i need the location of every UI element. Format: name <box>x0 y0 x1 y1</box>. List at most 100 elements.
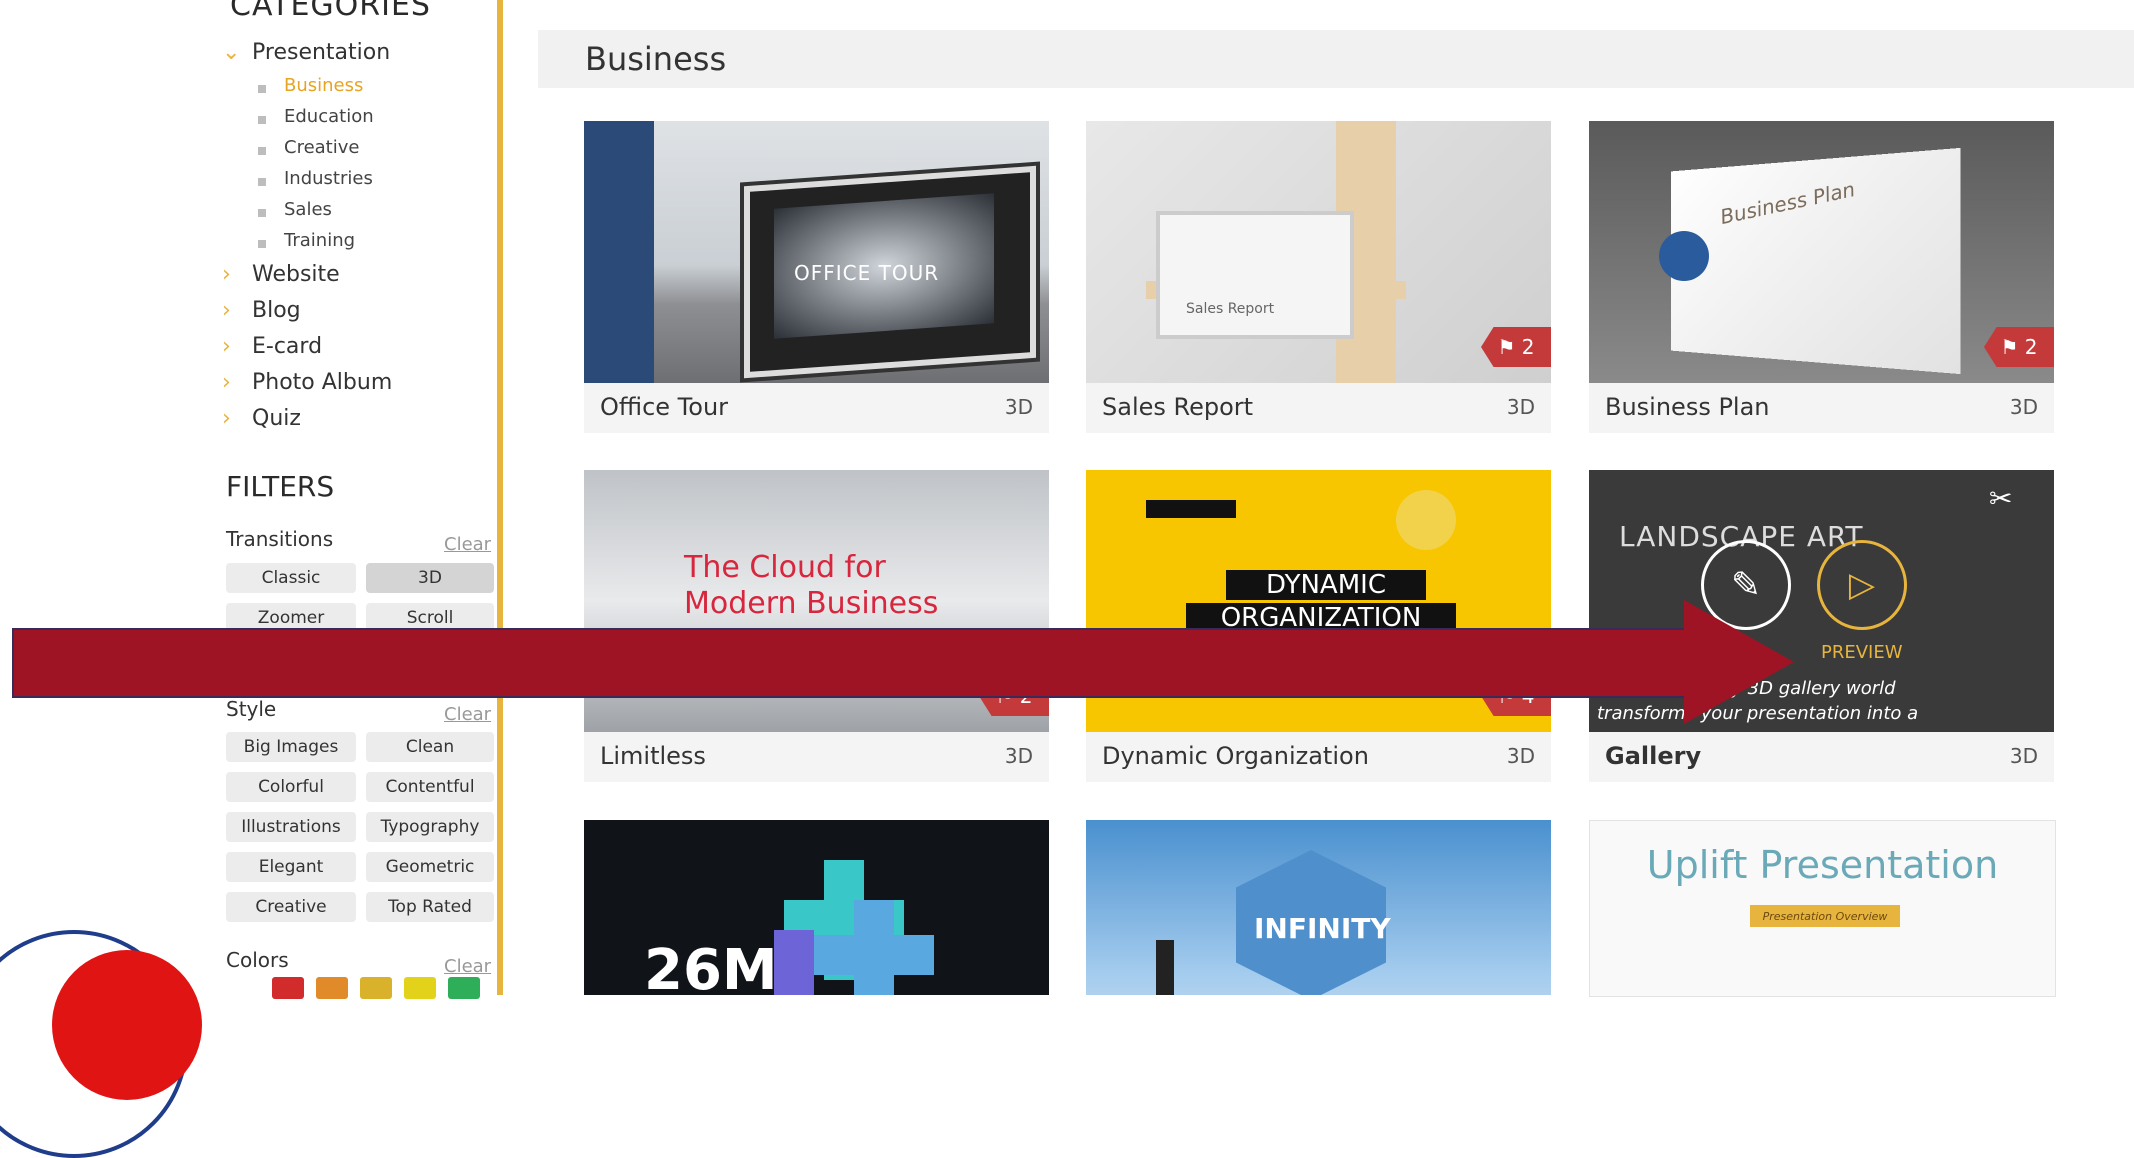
card-tag: 3D <box>1506 744 1535 768</box>
thumb-text: OFFICE TOUR <box>794 261 940 285</box>
bullet-icon <box>258 146 266 155</box>
sub-item-business[interactable]: Business <box>222 70 392 101</box>
chip-geometric[interactable]: Geometric <box>366 852 494 882</box>
bullet-icon <box>258 239 266 248</box>
filters-title: FILTERS <box>226 470 335 503</box>
bullet-icon <box>258 115 266 124</box>
thumb-text: INFINITY <box>1254 912 1391 945</box>
chip-elegant[interactable]: Elegant <box>226 852 356 882</box>
categories-heading: CATEGORIES <box>230 0 431 23</box>
chip-3d[interactable]: 3D <box>366 563 494 593</box>
colors-label: Colors <box>226 948 289 972</box>
card-title: Dynamic Organization <box>1102 742 1369 770</box>
card-tag: 3D <box>1004 744 1033 768</box>
bullet-icon <box>258 208 266 217</box>
template-card-dynamic-organization[interactable]: DYNAMIC ORGANIZATION ⚑ 4 Dynamic Organiz… <box>1086 470 1551 782</box>
chevron-right-icon: › <box>222 369 231 395</box>
sub-item-label: Industries <box>284 168 373 189</box>
annotation-arrow <box>12 628 1704 698</box>
thumb-text: 26M <box>644 938 778 995</box>
chip-colorful[interactable]: Colorful <box>226 772 356 802</box>
chip-illustrations[interactable]: Illustrations <box>226 812 356 842</box>
style-label: Style <box>226 697 277 721</box>
color-swatch-green[interactable] <box>448 977 480 999</box>
chip-big-images[interactable]: Big Images <box>226 732 356 762</box>
card-title: Sales Report <box>1102 393 1254 421</box>
tree-item-quiz[interactable]: › Quiz <box>222 400 392 436</box>
template-card-gallery[interactable]: LANDSCAPE ART ✂ ✎ ▷ EDIT PREVIEW A conte… <box>1589 470 2054 782</box>
slides-badge: ⚑ 2 <box>1481 327 1551 367</box>
card-tag: 3D <box>1506 395 1535 419</box>
template-card-26m[interactable]: 26M <box>584 820 1049 995</box>
preview-button[interactable]: PREVIEW <box>1821 642 1903 663</box>
page-title: Business <box>585 40 727 78</box>
template-card-business-plan[interactable]: Business Plan ⚑ 2 Business Plan 3D <box>1589 121 2054 433</box>
tools-icon[interactable]: ✂ <box>1989 482 2012 515</box>
card-caption: Sales Report 3D <box>1086 383 1551 433</box>
sub-item-label: Business <box>284 75 364 96</box>
category-tree: ⌄ Presentation Business Education Creati… <box>222 34 392 436</box>
transitions-clear-link[interactable]: Clear <box>444 534 491 555</box>
play-icon[interactable]: ▷ <box>1817 540 1907 630</box>
thumbnail: Business Plan <box>1589 121 2054 383</box>
card-caption: Business Plan 3D <box>1589 383 2054 433</box>
thumb-text-1: DYNAMIC <box>1226 570 1426 600</box>
thumbnail: Uplift Presentation Presentation Overvie… <box>1590 821 2055 996</box>
chip-typography[interactable]: Typography <box>366 812 494 842</box>
thumb-text: Sales Report <box>1186 301 1275 317</box>
tree-item-presentation[interactable]: ⌄ Presentation <box>222 34 392 70</box>
chip-contentful[interactable]: Contentful <box>366 772 494 802</box>
sub-item-creative[interactable]: Creative <box>222 132 392 163</box>
tree-item-photo-album[interactable]: › Photo Album <box>222 364 392 400</box>
card-tag: 3D <box>2009 395 2038 419</box>
chevron-down-icon: ⌄ <box>222 39 241 65</box>
bullet-icon <box>258 84 266 93</box>
chip-clean[interactable]: Clean <box>366 732 494 762</box>
template-card-uplift[interactable]: Uplift Presentation Presentation Overvie… <box>1589 820 2056 997</box>
thumb-subtitle: Presentation Overview <box>1750 905 1900 927</box>
badge-count: 2 <box>1521 335 1535 359</box>
template-card-limitless[interactable]: The Cloud for Modern Business ⚑ 2 Limitl… <box>584 470 1049 782</box>
tree-item-website[interactable]: › Website <box>222 256 392 292</box>
sub-item-education[interactable]: Education <box>222 101 392 132</box>
flag-icon: ⚑ <box>2000 335 2025 359</box>
chip-top-rated[interactable]: Top Rated <box>366 892 494 922</box>
color-swatch-gold[interactable] <box>360 977 392 999</box>
card-caption: Dynamic Organization 3D <box>1086 732 1551 782</box>
template-card-sales-report[interactable]: Sales Report ⚑ 2 Sales Report 3D <box>1086 121 1551 433</box>
sub-item-industries[interactable]: Industries <box>222 163 392 194</box>
template-card-office-tour[interactable]: OFFICE TOUR Office Tour 3D <box>584 121 1049 433</box>
sub-item-sales[interactable]: Sales <box>222 194 392 225</box>
chevron-right-icon: › <box>222 297 231 323</box>
color-swatch-yellow[interactable] <box>404 977 436 999</box>
tree-item-ecard[interactable]: › E-card <box>222 328 392 364</box>
flag-icon: ⚑ <box>1497 335 1522 359</box>
sub-item-label: Sales <box>284 199 332 220</box>
tree-item-label: Website <box>252 261 340 287</box>
card-title: Limitless <box>600 742 706 770</box>
annotation-circle-fill <box>52 950 202 1100</box>
tree-item-label: Quiz <box>252 405 301 431</box>
color-swatch-red[interactable] <box>272 977 304 999</box>
colors-clear-link[interactable]: Clear <box>444 956 491 977</box>
chevron-right-icon: › <box>222 261 231 287</box>
style-clear-link[interactable]: Clear <box>444 704 491 725</box>
card-title: Office Tour <box>600 393 729 421</box>
color-swatch-orange[interactable] <box>316 977 348 999</box>
thumb-text: Uplift Presentation <box>1646 843 1999 887</box>
chip-creative[interactable]: Creative <box>226 892 356 922</box>
tree-item-label: Photo Album <box>252 369 393 395</box>
thumb-text-2: Modern Business <box>684 586 939 621</box>
thumbnail: Sales Report <box>1086 121 1551 383</box>
transitions-label: Transitions <box>226 527 334 551</box>
card-tag: 3D <box>2009 744 2038 768</box>
card-caption: Office Tour 3D <box>584 383 1049 433</box>
template-card-infinity[interactable]: INFINITY <box>1086 820 1551 995</box>
tree-item-blog[interactable]: › Blog <box>222 292 392 328</box>
sidebar: CATEGORIES ⌄ Presentation Business Educa… <box>0 0 505 999</box>
sub-item-label: Education <box>284 106 374 127</box>
sub-item-training[interactable]: Training <box>222 225 392 256</box>
sidebar-divider <box>497 0 503 995</box>
chip-classic[interactable]: Classic <box>226 563 356 593</box>
sub-item-label: Training <box>284 230 356 251</box>
